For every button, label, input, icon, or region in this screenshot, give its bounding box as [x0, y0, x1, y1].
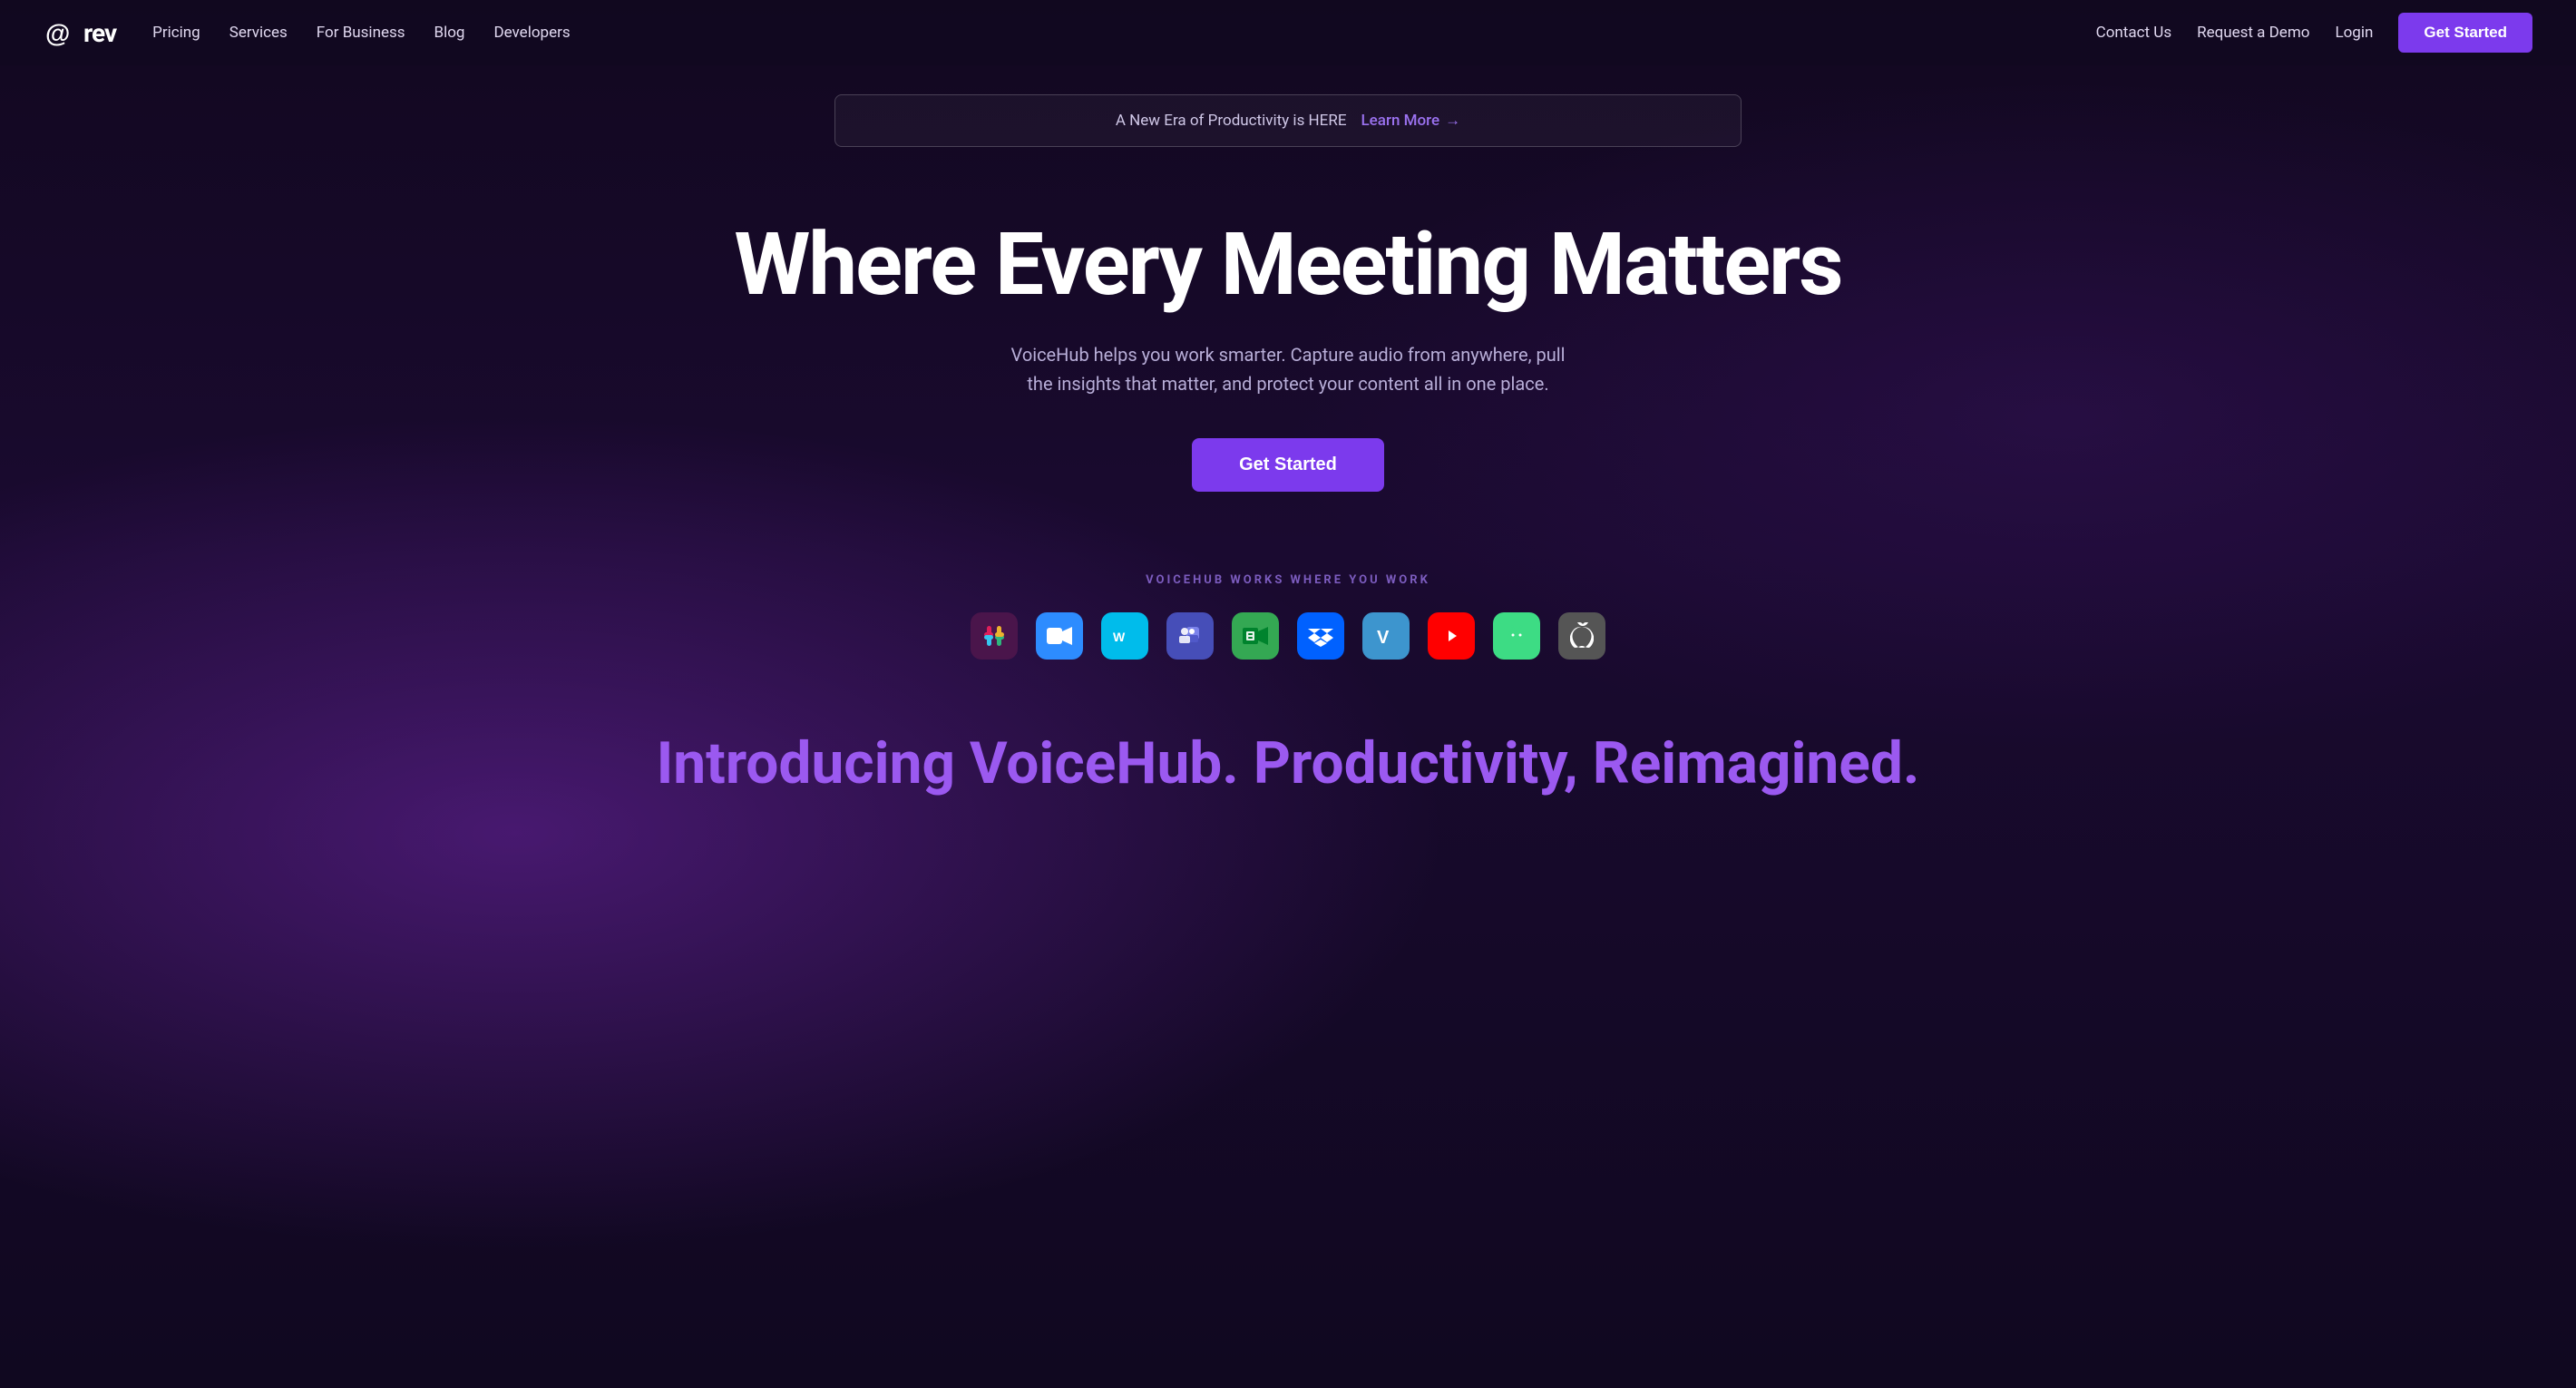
logo-link[interactable]: @ rev	[44, 16, 116, 49]
integration-icons-container: W	[18, 612, 2558, 660]
nav-links: Pricing Services For Business Blog Devel…	[152, 24, 571, 42]
integrations-label: VOICEHUB WORKS WHERE YOU WORK	[18, 573, 2558, 587]
nav-item-pricing[interactable]: Pricing	[152, 24, 200, 42]
webex-icon: W	[1101, 612, 1148, 660]
nav-item-services[interactable]: Services	[229, 24, 288, 42]
teams-icon	[1166, 612, 1214, 660]
bottom-section: Introducing VoiceHub. Productivity, Reim…	[0, 678, 2576, 832]
svg-text:W: W	[1113, 630, 1126, 644]
nav-cta-button[interactable]: Get Started	[2398, 13, 2532, 53]
nav-link-blog[interactable]: Blog	[434, 24, 465, 42]
nav-link-contact[interactable]: Contact Us	[2096, 24, 2171, 42]
announcement-banner: A New Era of Productivity is HERE Learn …	[834, 94, 1742, 147]
nav-link-pricing[interactable]: Pricing	[152, 24, 200, 42]
navigation: @ rev Pricing Services For Business Blog…	[0, 0, 2576, 65]
introducing-title: Introducing VoiceHub. Productivity, Reim…	[18, 732, 2558, 796]
announcement-link-text: Learn More	[1361, 112, 1440, 130]
announcement-link[interactable]: Learn More →	[1361, 112, 1461, 130]
announcement-text: A New Era of Productivity is HERE	[1116, 112, 1347, 130]
nav-link-demo[interactable]: Request a Demo	[2197, 24, 2309, 42]
nav-link-login[interactable]: Login	[2335, 24, 2373, 42]
integrations-section: VOICEHUB WORKS WHERE YOU WORK	[0, 537, 2576, 678]
nav-item-business[interactable]: For Business	[317, 24, 405, 42]
venmo-icon: V	[1362, 612, 1410, 660]
nav-item-blog[interactable]: Blog	[434, 24, 465, 42]
svg-text:V: V	[1377, 628, 1390, 648]
hero-section: Where Every Meeting Matters VoiceHub hel…	[0, 147, 2576, 537]
nav-right: Contact Us Request a Demo Login Get Star…	[2096, 13, 2532, 53]
logo-icon: @	[44, 16, 76, 49]
svg-text:@: @	[45, 19, 70, 47]
google-meet-icon	[1232, 612, 1279, 660]
apple-icon	[1558, 612, 1605, 660]
nav-link-business[interactable]: For Business	[317, 24, 405, 42]
hero-cta-button[interactable]: Get Started	[1192, 438, 1384, 492]
dropbox-icon	[1297, 612, 1344, 660]
android-icon	[1493, 612, 1540, 660]
slack-icon	[971, 612, 1018, 660]
nav-link-developers[interactable]: Developers	[493, 24, 570, 42]
nav-left: @ rev Pricing Services For Business Blog…	[44, 16, 571, 49]
nav-link-services[interactable]: Services	[229, 24, 288, 42]
logo-text: rev	[83, 18, 116, 48]
hero-title: Where Every Meeting Matters	[18, 220, 2558, 311]
youtube-icon	[1428, 612, 1475, 660]
nav-item-developers[interactable]: Developers	[493, 24, 570, 42]
announcement-arrow: →	[1445, 112, 1460, 130]
zoom-icon	[1036, 612, 1083, 660]
hero-subtitle: VoiceHub helps you work smarter. Capture…	[998, 340, 1578, 398]
